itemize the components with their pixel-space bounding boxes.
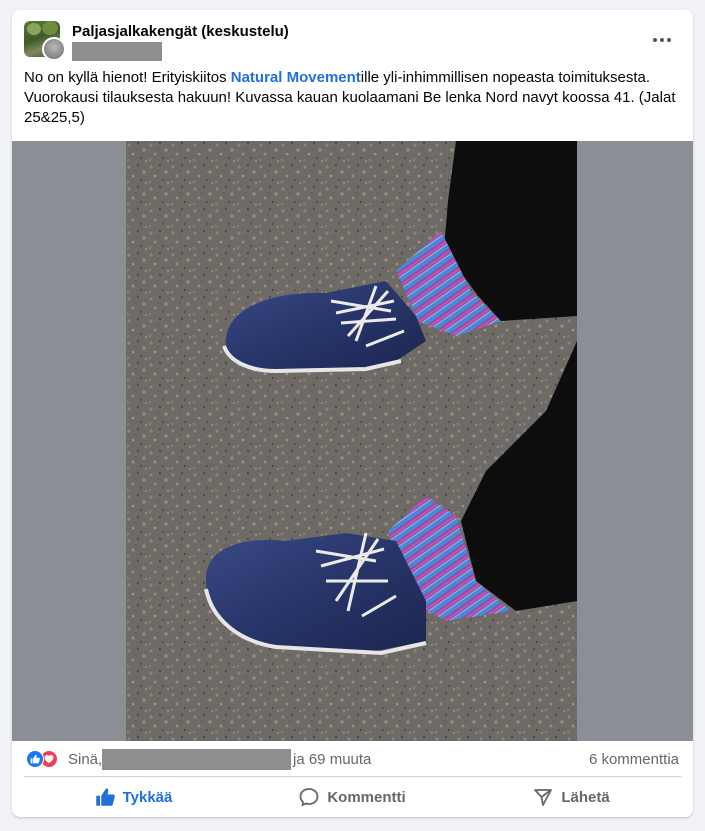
avatar-foliage	[27, 23, 41, 35]
redacted-author-name	[72, 42, 162, 61]
redacted-reactor-names	[102, 749, 291, 770]
like-button-label: Tykkää	[122, 788, 173, 806]
author-avatar[interactable]	[42, 37, 66, 61]
share-button[interactable]: Lähetä	[462, 780, 681, 814]
post-media[interactable]	[12, 141, 693, 741]
like-reaction-icon	[26, 750, 44, 768]
post-text-start: No on kyllä hienot! Erityiskiitos	[24, 69, 231, 86]
send-icon	[534, 789, 553, 806]
reaction-icons[interactable]	[26, 750, 62, 768]
post-photo[interactable]	[126, 141, 577, 741]
group-name-link[interactable]: Paljasjalkakengät (keskustelu)	[72, 23, 289, 40]
comment-button-label: Kommentti	[327, 788, 406, 806]
thumbs-up-icon	[95, 788, 115, 806]
natural-movement-link[interactable]: Natural Movement	[231, 69, 361, 86]
comments-count-link[interactable]: 6 kommenttia	[589, 751, 679, 768]
comment-button[interactable]: Kommentti	[243, 780, 462, 814]
post-header: Paljasjalkakengät (keskustelu)	[12, 10, 693, 70]
reactions-others-label[interactable]: ja 69 muuta	[293, 751, 371, 768]
comment-icon	[299, 788, 319, 807]
reactions-bar: Sinä, ja 69 muuta 6 kommenttia	[12, 745, 693, 775]
actions-divider	[24, 776, 681, 777]
share-button-label: Lähetä	[561, 788, 610, 806]
post-card: Paljasjalkakengät (keskustelu) No on kyl…	[12, 10, 693, 817]
post-text: No on kyllä hienot! Erityiskiitos Natura…	[24, 68, 679, 128]
reactions-you-label[interactable]: Sinä,	[68, 751, 102, 768]
like-button[interactable]: Tykkää	[24, 780, 243, 814]
more-horizontal-icon[interactable]	[646, 26, 678, 54]
post-actions: Tykkää Kommentti Lähetä	[24, 780, 681, 814]
avatar-foliage	[42, 21, 58, 35]
